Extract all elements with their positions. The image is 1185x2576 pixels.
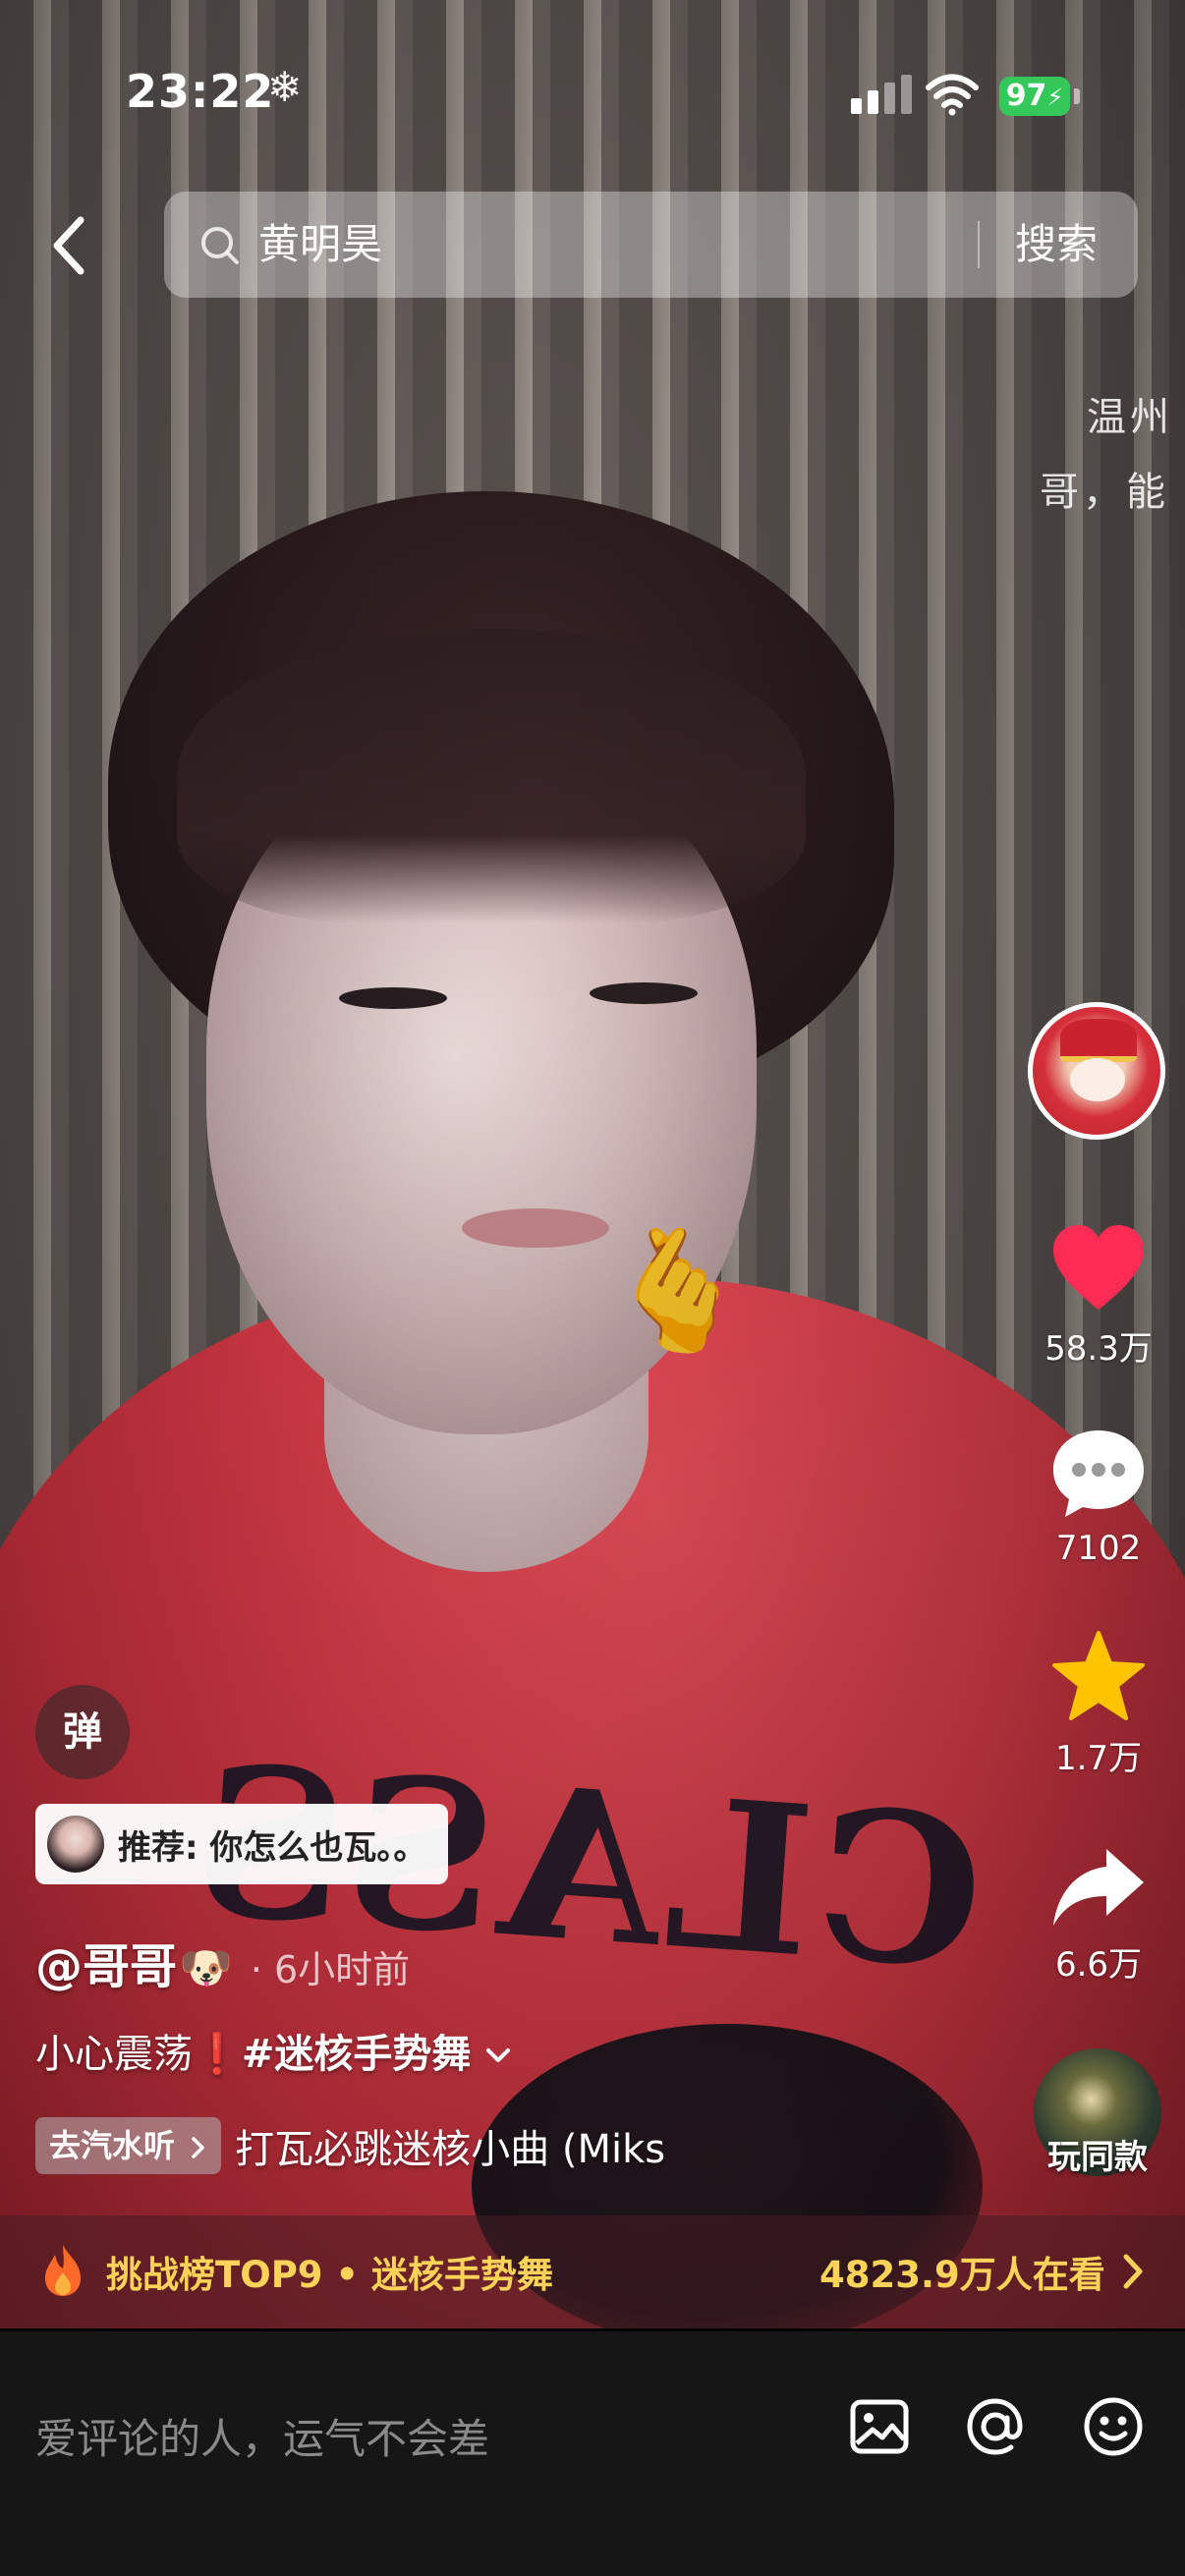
search-button[interactable]: 搜索 <box>1015 215 1098 274</box>
exclamation-emoji-icon: ❗ <box>193 2032 242 2077</box>
comment-action[interactable]: 7102 <box>1028 1427 1169 1568</box>
battery-indicator: 97⚡ <box>999 77 1070 116</box>
battery-tip <box>1074 88 1080 104</box>
author-line: @哥哥🐶 · 6小时前 <box>35 1928 410 1996</box>
dog-emoji-icon: 🐶 <box>179 1943 233 1993</box>
like-action[interactable]: 58.3万 <box>1028 1223 1169 1370</box>
challenge-rank-text: 挑战榜TOP9 • 迷核手势舞 <box>106 2254 553 2296</box>
search-divider <box>978 221 980 268</box>
recommend-chip[interactable]: 推荐: 你怎么也瓦。。 <box>35 1804 449 1884</box>
heart-icon[interactable] <box>1049 1223 1148 1314</box>
comment-input[interactable]: 爱评论的人，运气不会差 <box>35 2406 489 2466</box>
viewers-count: 4823.9万人在看 <box>819 2254 1105 2296</box>
chevron-down-icon[interactable] <box>483 2044 513 2068</box>
search-icon <box>201 227 239 264</box>
comment-bubble-icon[interactable] <box>1049 1427 1148 1521</box>
back-button[interactable] <box>39 206 98 285</box>
like-count: 58.3万 <box>1044 1329 1153 1369</box>
share-arrow-icon[interactable] <box>1049 1845 1148 1930</box>
challenge-bar[interactable]: 挑战榜TOP9 • 迷核手势舞 4823.9万人在看 <box>0 2215 1185 2328</box>
listen-chip-label: 去汽水听 <box>49 2127 176 2164</box>
floating-comment-text: 哥，能 <box>1040 470 1169 515</box>
video-screen: CLASS 🫰 23:22 ❄ 97⚡ 黄明昊 搜索 <box>0 0 1185 2576</box>
comment-count: 7102 <box>1055 1529 1142 1568</box>
chevron-right-icon <box>192 2137 204 2158</box>
avatar-face <box>1070 1058 1125 1101</box>
recommend-text: 推荐: 你怎么也瓦。。 <box>118 1827 427 1868</box>
hashtag-link[interactable]: #迷核手势舞 <box>242 2032 472 2077</box>
search-input[interactable]: 黄明昊 <box>258 215 382 274</box>
emoji-smile-icon[interactable] <box>1081 2394 1146 2459</box>
fire-icon <box>45 2245 81 2296</box>
music-title[interactable]: 打瓦必跳迷核小曲 (Miks <box>235 2117 665 2174</box>
danmaku-toggle-button[interactable]: 弹 <box>35 1685 130 1779</box>
status-time: 23:22 <box>126 65 275 118</box>
share-count: 6.6万 <box>1054 1945 1143 1985</box>
search-bar[interactable]: 黄明昊 搜索 <box>164 192 1138 298</box>
music-line: 去汽水听 打瓦必跳迷核小曲 (Miks <box>35 2117 665 2174</box>
favorite-action[interactable]: 1.7万 <box>1028 1629 1169 1779</box>
author-avatar[interactable] <box>1028 1002 1165 1140</box>
listen-in-qishui-button[interactable]: 去汽水听 <box>35 2117 222 2174</box>
mention-at-icon[interactable] <box>963 2394 1028 2459</box>
favorite-count: 1.7万 <box>1054 1739 1143 1778</box>
avatar-hat <box>1060 1019 1137 1062</box>
floating-comment-text: 温州 <box>1087 395 1173 440</box>
comment-bar: 爱评论的人，运气不会差 <box>0 2328 1185 2576</box>
star-icon[interactable] <box>1049 1629 1148 1723</box>
image-icon[interactable] <box>847 2394 912 2459</box>
battery-level: 97 <box>1005 79 1047 113</box>
chevron-right-icon[interactable] <box>1118 2249 1148 2294</box>
snowflake-icon: ❄ <box>267 63 303 111</box>
recommend-avatar <box>47 1816 104 1873</box>
video-caption[interactable]: 小心震荡❗#迷核手势舞 <box>35 2022 513 2079</box>
share-action[interactable]: 6.6万 <box>1028 1845 1169 1986</box>
wifi-icon <box>926 74 979 116</box>
author-name-link[interactable]: @哥哥 <box>35 1939 177 1994</box>
play-same-button[interactable]: 玩同款 <box>1022 2130 1173 2178</box>
post-time: · 6小时前 <box>250 1948 411 1991</box>
caption-text: 小心震荡 <box>35 2032 193 2077</box>
